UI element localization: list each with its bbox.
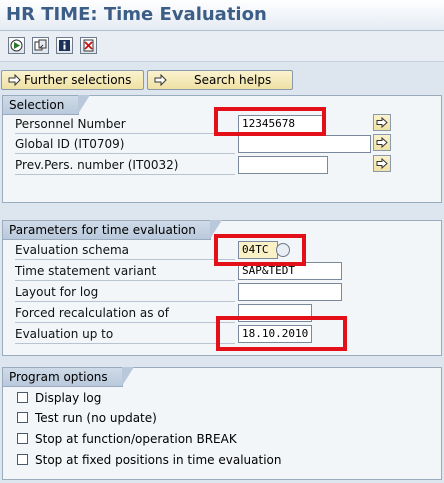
evaluation-schema-label: Evaluation schema: [15, 241, 235, 260]
global-id-input[interactable]: [238, 135, 371, 153]
button-bar: Further selections Search helps: [0, 66, 444, 94]
multiple-selection-button[interactable]: [373, 114, 391, 131]
stop-at-fixed-positions-checkbox[interactable]: [17, 454, 28, 465]
display-log-checkbox[interactable]: [17, 392, 28, 403]
title-bar: HR TIME: Time Evaluation: [0, 0, 444, 31]
parameters-header: Parameters for time evaluation: [3, 220, 222, 240]
multiple-selection-button[interactable]: [373, 134, 391, 151]
arrow-right-icon: [376, 158, 388, 169]
layout-for-log-input[interactable]: [238, 283, 342, 301]
arrow-right-icon: [8, 74, 21, 86]
value-help-icon[interactable]: [276, 243, 290, 257]
display-log-label: Display log: [35, 391, 102, 405]
evaluation-up-to-input[interactable]: 18.10.2010: [238, 325, 312, 343]
stop-at-break-checkbox[interactable]: [17, 433, 28, 444]
layout-for-log-label: Layout for log: [15, 283, 235, 302]
program-options-header: Program options: [3, 367, 134, 387]
search-helps-button[interactable]: Search helps: [147, 70, 293, 90]
program-options-group: Program options Display log Test run (no…: [2, 367, 442, 480]
application-toolbar: [0, 31, 444, 62]
search-helps-label: Search helps: [194, 73, 272, 87]
page-title: HR TIME: Time Evaluation: [6, 4, 267, 25]
delete-selection-icon[interactable]: [80, 37, 97, 54]
arrow-right-icon: [376, 137, 388, 148]
arrow-right-icon: [154, 74, 167, 86]
evaluation-up-to-label: Evaluation up to: [15, 325, 235, 344]
further-selections-button[interactable]: Further selections: [1, 70, 144, 90]
forced-recalculation-input[interactable]: [238, 304, 312, 322]
global-id-label: Global ID (IT0709): [15, 135, 235, 154]
personnel-number-label: Personnel Number: [15, 115, 235, 134]
get-variant-icon[interactable]: [32, 37, 49, 54]
time-statement-variant-label: Time statement variant: [15, 262, 235, 281]
further-selections-label: Further selections: [24, 73, 132, 87]
test-run-label: Test run (no update): [35, 411, 157, 425]
execute-icon[interactable]: [8, 37, 25, 54]
selection-header: Selection: [3, 95, 91, 115]
time-statement-variant-input[interactable]: SAP&TEDT: [238, 262, 342, 280]
forced-recalculation-label: Forced recalculation as of: [15, 304, 235, 323]
stop-at-fixed-positions-label: Stop at fixed positions in time evaluati…: [35, 453, 282, 467]
multiple-selection-button[interactable]: [373, 155, 391, 172]
evaluation-schema-input[interactable]: 04TC: [238, 241, 278, 259]
arrow-right-icon: [376, 117, 388, 128]
prev-pers-number-label: Prev.Pers. number (IT0032): [15, 156, 235, 175]
prev-pers-number-input[interactable]: [238, 156, 328, 174]
parameters-group: Parameters for time evaluation Evaluatio…: [2, 220, 442, 356]
selection-group: Selection Personnel Number 12345678 Glob…: [2, 95, 442, 203]
stop-at-break-label: Stop at function/operation BREAK: [35, 432, 237, 446]
personnel-number-input[interactable]: 12345678: [238, 115, 324, 133]
test-run-checkbox[interactable]: [17, 412, 28, 423]
program-info-icon[interactable]: [56, 37, 73, 54]
